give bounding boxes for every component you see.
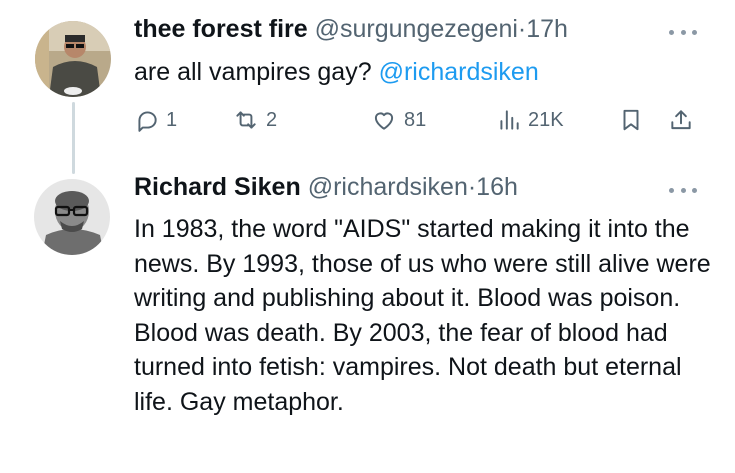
- view-count: 21K: [528, 108, 564, 131]
- like-count: 81: [404, 108, 427, 131]
- display-name[interactable]: thee forest fire: [134, 15, 308, 43]
- retweet-button[interactable]: 2: [232, 105, 277, 135]
- tweet-1-text: are all vampires gay? @richardsiken: [134, 55, 539, 90]
- views-button[interactable]: 21K: [496, 105, 564, 135]
- reply-icon: [134, 107, 160, 133]
- tweet-1-actions: 1 2 81 21K: [134, 105, 699, 135]
- tweet-2-text: In 1983, the word "AIDS" started making …: [134, 215, 711, 416]
- reply-count: 1: [166, 108, 178, 131]
- more-dot: [692, 187, 697, 193]
- more-dot: [669, 29, 674, 35]
- thread-connector: [72, 102, 75, 174]
- bookmark-button[interactable]: [618, 105, 644, 135]
- more-dot: [692, 29, 697, 35]
- more-dot: [680, 29, 686, 35]
- display-name[interactable]: Richard Siken: [134, 173, 301, 201]
- more-dot: [669, 187, 674, 193]
- avatar-surgungezegeni[interactable]: [35, 21, 111, 97]
- timestamp[interactable]: 16h: [476, 173, 518, 201]
- user-handle[interactable]: @richardsiken: [308, 173, 468, 201]
- tweet-1-header: thee forest fire @surgungezegeni·17h: [134, 14, 568, 44]
- separator-dot: ·: [467, 173, 477, 201]
- more-dot: [680, 187, 686, 193]
- tweet-body: are all vampires gay?: [134, 58, 372, 86]
- timestamp[interactable]: 17h: [526, 15, 568, 43]
- more-icon[interactable]: [669, 183, 697, 197]
- avatar-richardsiken[interactable]: [34, 179, 110, 255]
- retweet-icon: [232, 107, 260, 133]
- mention-link[interactable]: @richardsiken: [379, 58, 539, 86]
- heart-icon: [370, 107, 398, 133]
- user-handle[interactable]: @surgungezegeni: [315, 15, 518, 43]
- tweet-2-header: Richard Siken @richardsiken·16h: [134, 172, 518, 202]
- retweet-count: 2: [266, 108, 278, 131]
- like-button[interactable]: 81: [370, 105, 426, 135]
- share-icon: [668, 107, 694, 133]
- share-button[interactable]: [668, 105, 694, 135]
- separator-dot: ·: [517, 15, 527, 43]
- bookmark-icon: [618, 107, 644, 133]
- reply-button[interactable]: 1: [134, 105, 177, 135]
- more-icon[interactable]: [669, 25, 697, 39]
- views-icon: [496, 107, 522, 133]
